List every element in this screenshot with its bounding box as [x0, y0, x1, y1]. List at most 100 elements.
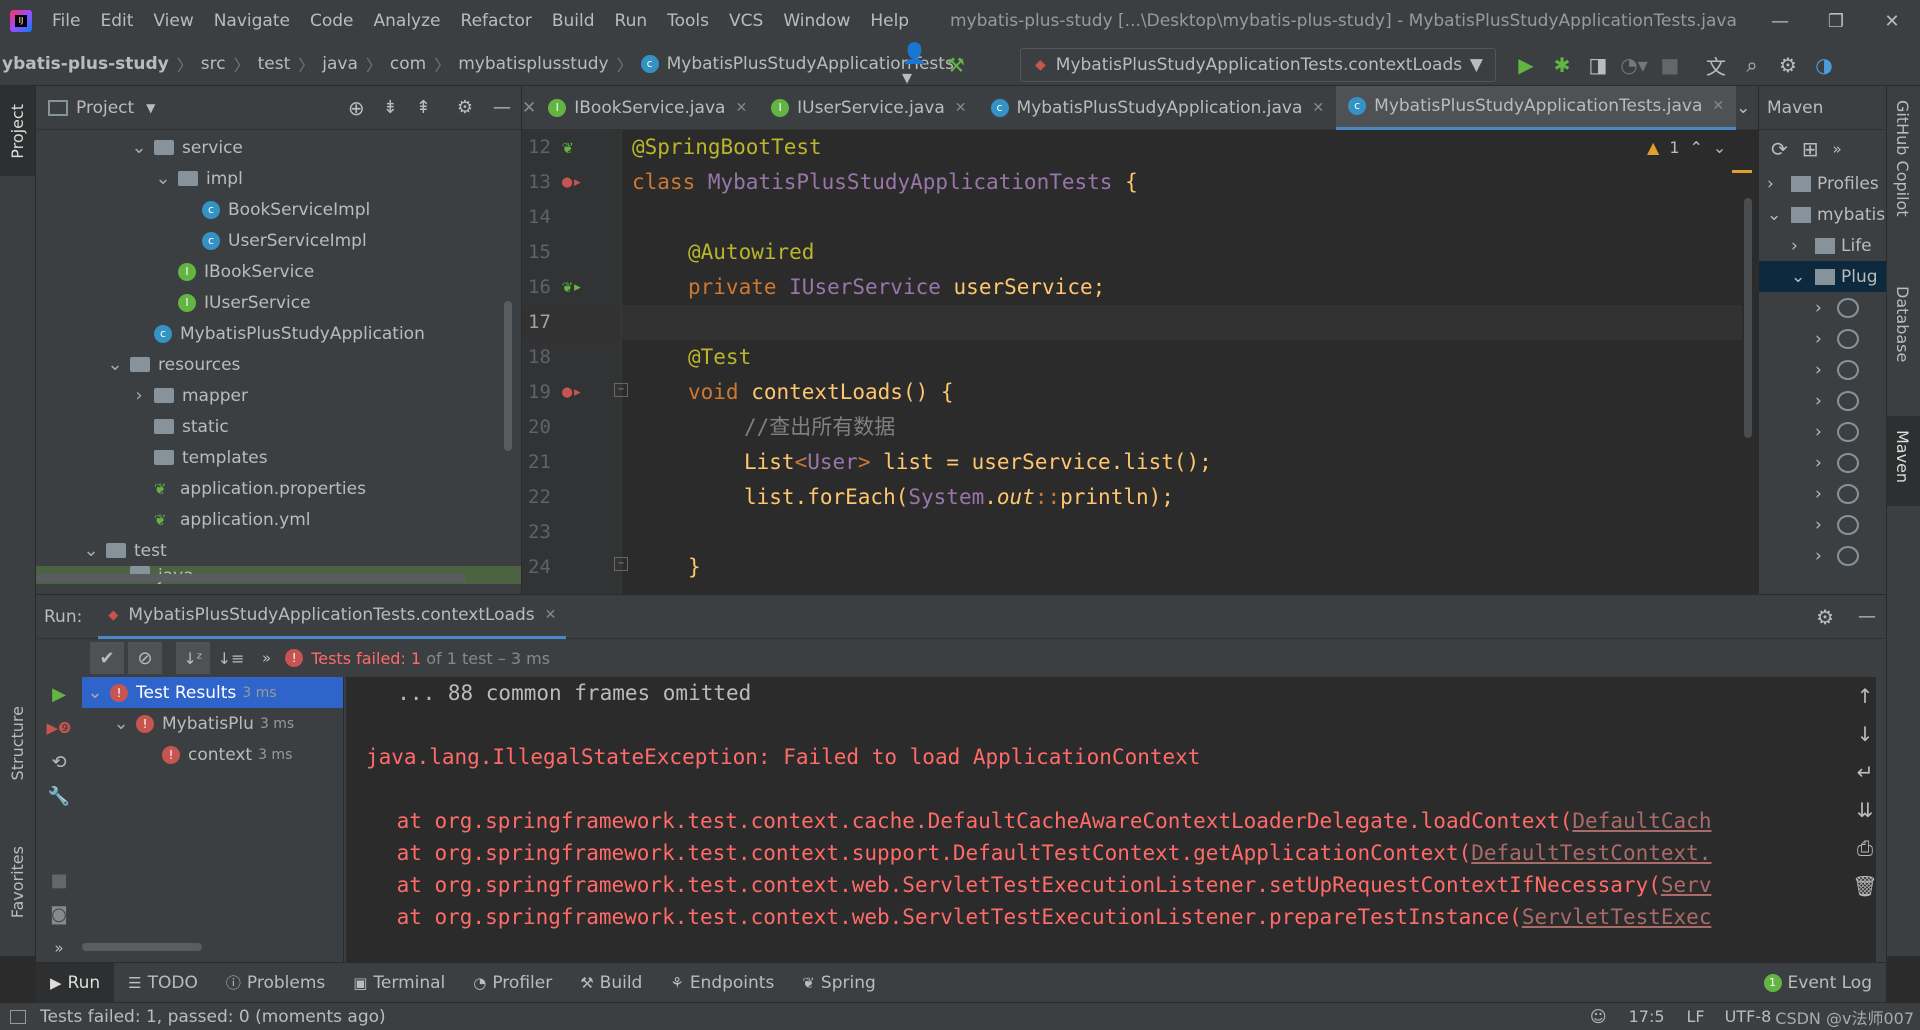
gear-icon[interactable]: ⚙	[1816, 605, 1834, 629]
close-tab-icon[interactable]: ✕	[1712, 98, 1724, 114]
expanded-arrow-icon[interactable]: ⌄	[106, 354, 124, 375]
maven-tree-item[interactable]: › Profiles	[1759, 168, 1886, 199]
locate-icon[interactable]: ⊕	[348, 96, 365, 120]
expanded-arrow-icon[interactable]: ⌄	[82, 540, 100, 561]
tree-scrollbar[interactable]	[504, 301, 512, 451]
bottom-tab-problems[interactable]: ⓘ Problems	[212, 963, 339, 1003]
project-tool-tab[interactable]: Project	[8, 104, 27, 159]
user-status-icon[interactable]: ☺	[1590, 1007, 1607, 1026]
breadcrumb-item[interactable]: src	[201, 54, 226, 74]
toggle-auto-test-icon[interactable]: ⟲	[36, 745, 82, 779]
editor-scrollbar[interactable]	[1744, 198, 1752, 438]
minimize-icon[interactable]: —	[1752, 0, 1808, 42]
maven-plugin-item[interactable]: ›	[1759, 323, 1886, 354]
cursor-position[interactable]: 17:5	[1629, 1007, 1665, 1026]
camera-icon[interactable]: ◙	[36, 897, 82, 931]
tabs-close-icon[interactable]: ✕	[522, 98, 536, 118]
tree-item[interactable]: ❦ application.properties	[36, 473, 521, 504]
tree-h-scrollbar[interactable]	[36, 574, 466, 582]
github-copilot-tool-tab[interactable]: GitHub Copilot	[1893, 100, 1912, 217]
test-result-item[interactable]: ⌄! MybatisPlu 3 ms	[82, 708, 343, 739]
breadcrumb-item[interactable]: mybatisplusstudy	[458, 54, 608, 74]
debug-icon[interactable]: ✱	[1546, 49, 1578, 81]
tree-item[interactable]: ❦ application.yml	[36, 504, 521, 535]
soft-wrap-icon[interactable]: ↵	[1844, 753, 1886, 791]
spring-bean-icon[interactable]: ❦	[562, 130, 612, 165]
gear-icon[interactable]: ⚙	[457, 97, 473, 118]
tree-item[interactable]: I IBookService	[36, 256, 521, 287]
restore-icon[interactable]: ❐	[1808, 0, 1864, 42]
menu-view[interactable]: View	[143, 0, 203, 42]
tree-item[interactable]: ⌄ test	[36, 535, 521, 566]
maven-tool-tab[interactable]: Maven	[1893, 430, 1912, 483]
editor-tab[interactable]: I IUserService.java ✕	[759, 86, 978, 130]
maven-tree-item[interactable]: ⌄ Plug	[1759, 261, 1886, 292]
collapsed-arrow-icon[interactable]: ›	[1815, 422, 1833, 442]
run-test-icon[interactable]: ●▸	[562, 165, 612, 200]
collapsed-arrow-icon[interactable]: ›	[1791, 236, 1809, 256]
maven-plugin-item[interactable]: ›	[1759, 416, 1886, 447]
collapsed-arrow-icon[interactable]: ›	[1815, 453, 1833, 473]
hide-icon[interactable]: —	[1858, 606, 1876, 627]
menu-tools[interactable]: Tools	[657, 0, 719, 42]
favorites-tool-tab[interactable]: Favorites	[8, 846, 27, 918]
console-output[interactable]: ... 88 common frames omitted java.lang.I…	[346, 677, 1876, 963]
close-tab-icon[interactable]: ✕	[955, 100, 967, 116]
expanded-arrow-icon[interactable]: ⌄	[130, 137, 148, 158]
run-tab[interactable]: ◆ MybatisPlusStudyApplicationTests.conte…	[98, 595, 567, 639]
event-log-tab[interactable]: 1 Event Log	[1750, 963, 1886, 1003]
maven-plugin-item[interactable]: ›	[1759, 447, 1886, 478]
scroll-to-end-icon[interactable]: ⇊	[1844, 791, 1886, 829]
collapsed-arrow-icon[interactable]: ›	[1815, 546, 1833, 566]
source-link[interactable]: DefaultCach	[1572, 809, 1711, 833]
collapsed-arrow-icon[interactable]: ›	[1815, 360, 1833, 380]
bottom-tab-terminal[interactable]: ▣ Terminal	[339, 963, 459, 1003]
code-area[interactable]: @SpringBootTest class MybatisPlusStudyAp…	[622, 130, 1742, 585]
tabs-dropdown-icon[interactable]: ⌄	[1736, 98, 1750, 118]
menu-edit[interactable]: Edit	[90, 0, 143, 42]
menu-refactor[interactable]: Refactor	[451, 0, 542, 42]
collapsed-arrow-icon[interactable]: ›	[1815, 298, 1833, 318]
profile-icon[interactable]: ◔▾	[1618, 49, 1650, 81]
maven-plugin-item[interactable]: ›	[1759, 292, 1886, 323]
project-panel-title[interactable]: Project	[76, 98, 134, 118]
bottom-tab-run[interactable]: ▶ Run	[36, 962, 115, 1003]
menu-vcs[interactable]: VCS	[719, 0, 773, 42]
menu-analyze[interactable]: Analyze	[364, 0, 451, 42]
tree-item[interactable]: c BookServiceImpl	[36, 194, 521, 225]
source-link[interactable]: Serv	[1661, 873, 1712, 897]
run-configuration-select[interactable]: ◆ MybatisPlusStudyApplicationTests.conte…	[1020, 48, 1496, 82]
bottom-tab-profiler[interactable]: ◔ Profiler	[459, 963, 566, 1003]
autowired-icon[interactable]: ❦▸	[562, 270, 612, 305]
maven-plugin-item[interactable]: ›	[1759, 478, 1886, 509]
stop-icon[interactable]: ■	[1654, 49, 1686, 81]
test-result-item[interactable]: ⌄! Test Results 3 ms	[82, 677, 343, 708]
maven-plugin-item[interactable]: ›	[1759, 354, 1886, 385]
collapsed-arrow-icon[interactable]: ›	[1815, 484, 1833, 504]
bottom-tab-endpoints[interactable]: ⚘ Endpoints	[656, 963, 788, 1003]
hide-icon[interactable]: —	[493, 97, 511, 118]
show-passed-icon[interactable]: ✔	[90, 642, 124, 674]
close-tab-icon[interactable]: ✕	[1312, 100, 1324, 116]
chevron-down-icon[interactable]: ▼	[146, 101, 155, 115]
expanded-arrow-icon[interactable]: ⌄	[112, 713, 130, 734]
next-highlight-icon[interactable]: ⌄	[1713, 138, 1726, 157]
menu-navigate[interactable]: Navigate	[204, 0, 300, 42]
menu-build[interactable]: Build	[542, 0, 605, 42]
tree-item[interactable]: › mapper	[36, 380, 521, 411]
stop-icon[interactable]: ■	[36, 863, 82, 897]
more-icon[interactable]: »	[1833, 140, 1842, 158]
test-result-item[interactable]: ! context 3 ms	[82, 739, 343, 770]
file-encoding[interactable]: UTF-8	[1725, 1007, 1772, 1026]
menu-code[interactable]: Code	[300, 0, 364, 42]
maven-plugin-item[interactable]: ›	[1759, 385, 1886, 416]
tree-item[interactable]: static	[36, 411, 521, 442]
bottom-tab-build[interactable]: ⚒ Build	[566, 963, 656, 1003]
tree-item[interactable]: ⌄ service	[36, 132, 521, 163]
expand-all-icon[interactable]: ⇟	[383, 97, 398, 118]
expanded-arrow-icon[interactable]: ⌄	[1767, 205, 1785, 225]
bottom-tab-spring[interactable]: ❦ Spring	[788, 963, 889, 1003]
build-hammer-icon[interactable]: ⚒	[940, 49, 972, 81]
tree-item[interactable]: templates	[36, 442, 521, 473]
maven-tree-item[interactable]: › Life	[1759, 230, 1886, 261]
